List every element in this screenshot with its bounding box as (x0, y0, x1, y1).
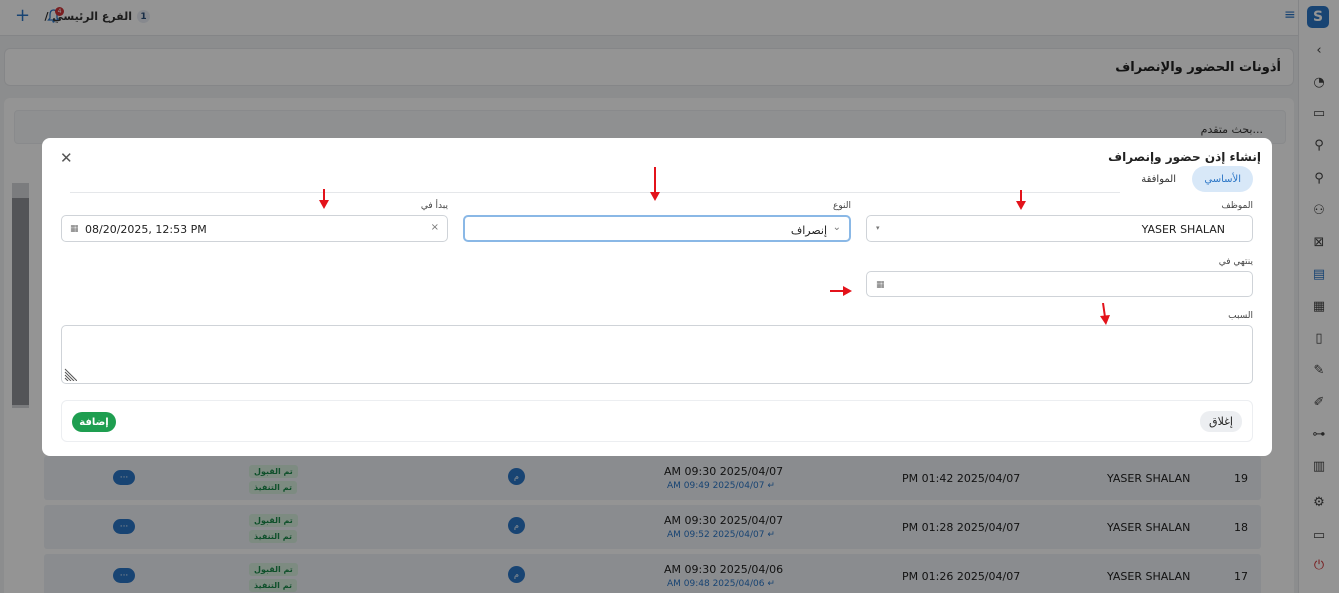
calendar-icon: ▦ (70, 224, 79, 234)
resize-handle-icon[interactable] (64, 368, 77, 381)
start-label: يبدأ في (420, 201, 448, 211)
type-label: النوع (833, 201, 851, 211)
annotation-arrow-down-icon (319, 189, 329, 209)
close-icon[interactable]: ✕ (60, 151, 73, 166)
chevron-down-icon: ⌄ (832, 222, 841, 233)
end-datetime-input[interactable]: ▦ (866, 271, 1253, 297)
employee-label: الموظف (1221, 201, 1253, 211)
reason-label: السبب (1228, 311, 1253, 321)
tab-approval[interactable]: الموافقة (1129, 166, 1188, 192)
close-button[interactable]: إغلاق (1200, 411, 1242, 432)
tab-basic[interactable]: الأساسي (1192, 166, 1253, 192)
employee-select[interactable]: YASER SHALAN ▾ (866, 215, 1253, 242)
modal-footer: إضافة إغلاق (61, 400, 1253, 442)
tab-divider (70, 192, 1120, 193)
annotation-arrow-down-icon (1016, 190, 1026, 210)
start-value: 08/20/2025, 12:53 PM (85, 223, 207, 236)
modal-title: إنشاء إذن حضور وإنصراف (1108, 150, 1261, 164)
annotation-arrow-down-icon (1100, 303, 1110, 325)
annotation-arrow-down-icon (650, 167, 660, 201)
annotation-arrow-right-icon (830, 286, 852, 296)
end-label: ينتهي في (1218, 257, 1253, 267)
add-button[interactable]: إضافة (72, 412, 116, 432)
start-datetime-input[interactable]: ▦ 08/20/2025, 12:53 PM × (61, 215, 448, 242)
calendar-icon: ▦ (876, 280, 885, 290)
clear-icon[interactable]: × (431, 222, 439, 233)
type-select[interactable]: إنصراف ⌄ (463, 215, 851, 242)
employee-value: YASER SHALAN (1141, 223, 1225, 236)
caret-down-icon: ▾ (876, 224, 880, 232)
reason-textarea[interactable] (61, 325, 1253, 384)
type-value: إنصراف (790, 224, 827, 237)
